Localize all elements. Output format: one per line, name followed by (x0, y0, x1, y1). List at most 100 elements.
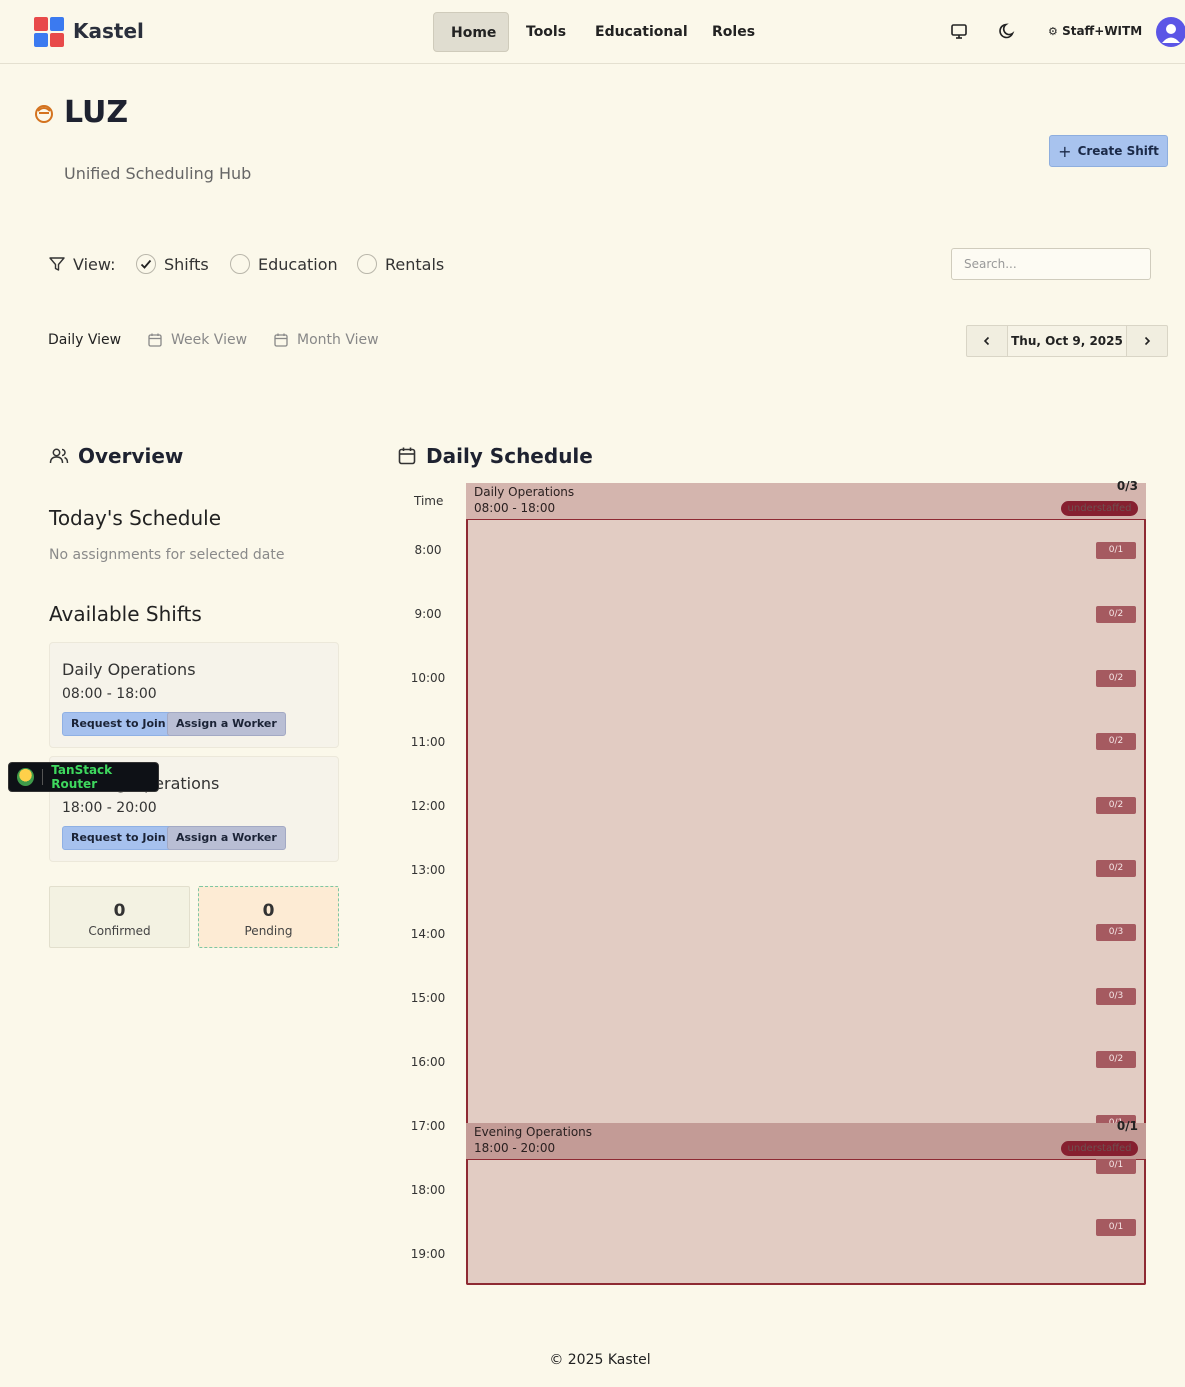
create-shift-button[interactable]: + Create Shift (1049, 135, 1168, 167)
slot-count-badge[interactable]: 0/2 (1096, 606, 1136, 623)
shift-header-name: Daily Operations (474, 485, 575, 499)
hour-label: 16:00 (410, 1055, 446, 1069)
pending-label: Pending (244, 924, 293, 938)
shift-header-count: 0/3 (1116, 479, 1138, 493)
devtools-label: TanStack Router (51, 763, 113, 791)
assign-worker-button[interactable]: Assign a Worker (167, 826, 286, 850)
slot-count-badge[interactable]: 0/1 (1096, 1219, 1136, 1236)
tab-month-view[interactable]: Month View (273, 332, 379, 348)
nav-roles[interactable]: Roles (695, 12, 772, 52)
request-to-join-button[interactable]: Request to Join (62, 826, 175, 850)
filter-icon (48, 255, 66, 273)
slot-count-badge[interactable]: 0/2 (1096, 1051, 1136, 1068)
shift-name: Daily Operations (62, 660, 196, 679)
hour-label: 17:00 (410, 1119, 446, 1133)
hour-label: 10:00 (410, 671, 446, 685)
time-column-header: Time (414, 494, 444, 508)
daily-schedule-title: Daily Schedule (426, 444, 593, 468)
divider (42, 769, 44, 785)
month-view-label: Month View (297, 332, 379, 348)
shifts-checkbox[interactable] (136, 254, 156, 274)
slot-count-badge[interactable]: 0/3 (1096, 988, 1136, 1005)
hour-label: 8:00 (414, 543, 442, 557)
calendar-icon (398, 447, 416, 465)
daily-view-label: Daily View (48, 332, 122, 348)
shift-header[interactable]: Evening Operations 18:00 - 20:00 0/1 und… (466, 1119, 1146, 1159)
daily-schedule-heading: Daily Schedule (397, 444, 593, 468)
previous-day-button[interactable] (967, 326, 1007, 356)
pending-stat: 0 Pending (198, 886, 339, 948)
shift-header-name: Evening Operations (474, 1125, 593, 1139)
rentals-filter-label[interactable]: Rentals (385, 255, 444, 274)
chevron-right-icon (1144, 336, 1151, 346)
create-shift-label: Create Shift (1077, 144, 1159, 158)
status-badge: understaffed (1061, 1141, 1138, 1156)
page-subtitle: Unified Scheduling Hub (64, 164, 252, 183)
hour-label: 11:00 (410, 735, 446, 749)
slot-count-badge[interactable]: 0/1 (1096, 1157, 1136, 1174)
overview-title: Overview (78, 444, 184, 468)
evening-operations-block[interactable] (466, 1158, 1146, 1285)
plus-icon: + (1058, 141, 1072, 161)
display-icon[interactable] (948, 20, 970, 42)
gear-icon: ⚙ (1048, 25, 1058, 38)
role-menu[interactable]: ⚙ Staff+WITM (1048, 24, 1142, 38)
moon-icon[interactable] (997, 20, 1019, 42)
view-filter-label: View: (73, 255, 116, 274)
slot-count-badge[interactable]: 0/3 (1096, 924, 1136, 941)
shift-card: Daily Operations 08:00 - 18:00 Request t… (49, 642, 339, 748)
shift-header-time: 08:00 - 18:00 (474, 501, 556, 515)
hour-label: 19:00 (410, 1247, 446, 1261)
available-shifts-heading: Available Shifts (49, 602, 202, 626)
overview-heading: Overview (49, 444, 183, 468)
chevron-left-icon (983, 336, 990, 346)
calendar-icon (148, 333, 162, 347)
hour-label: 13:00 (410, 863, 446, 877)
footer-copyright: © 2025 Kastel (549, 1352, 651, 1368)
rentals-checkbox[interactable] (357, 254, 377, 274)
shift-time: 18:00 - 20:00 (62, 800, 157, 816)
tanstack-logo-icon (17, 768, 35, 786)
education-filter-label[interactable]: Education (258, 255, 338, 274)
hour-label: 14:00 (410, 927, 446, 941)
hour-label: 15:00 (410, 991, 446, 1005)
top-navbar: Kastel Home Tools Educational Roles ⚙ St… (0, 0, 1185, 64)
tab-week-view[interactable]: Week View (147, 332, 247, 348)
slot-count-badge[interactable]: 0/2 (1096, 733, 1136, 750)
nav-home[interactable]: Home (433, 12, 509, 52)
education-checkbox[interactable] (230, 254, 250, 274)
current-date[interactable]: Thu, Oct 9, 2025 (1007, 326, 1127, 356)
search-input[interactable] (951, 248, 1151, 280)
shifts-filter-label[interactable]: Shifts (164, 255, 209, 274)
date-navigator: Thu, Oct 9, 2025 (966, 325, 1168, 357)
role-label: Staff+WITM (1062, 24, 1143, 38)
kastel-logo-icon[interactable] (34, 17, 64, 47)
nav-educational[interactable]: Educational (578, 12, 705, 52)
hour-label: 18:00 (410, 1183, 446, 1197)
assign-worker-button[interactable]: Assign a Worker (167, 712, 286, 736)
status-badge: understaffed (1061, 501, 1138, 516)
slot-count-badge[interactable]: 0/1 (1096, 542, 1136, 559)
shift-time: 08:00 - 18:00 (62, 686, 157, 702)
hour-label: 12:00 (410, 799, 446, 813)
empty-assignments-text: No assignments for selected date (49, 547, 285, 563)
confirmed-stat: 0 Confirmed (49, 886, 190, 948)
organization-icon (32, 101, 56, 125)
pending-count: 0 (262, 901, 275, 921)
avatar[interactable] (1156, 17, 1185, 47)
week-view-label: Week View (171, 332, 248, 348)
calendar-icon (274, 333, 288, 347)
tab-daily-view[interactable]: Daily View (48, 332, 121, 348)
nav-tools[interactable]: Tools (509, 12, 583, 52)
slot-count-badge[interactable]: 0/2 (1096, 797, 1136, 814)
shift-header-time: 18:00 - 20:00 (474, 1141, 556, 1155)
brand-name[interactable]: Kastel (73, 19, 144, 43)
slot-count-badge[interactable]: 0/2 (1096, 860, 1136, 877)
slot-count-badge[interactable]: 0/2 (1096, 670, 1136, 687)
shift-header[interactable]: Daily Operations 08:00 - 18:00 0/3 under… (466, 479, 1146, 519)
todays-schedule-heading: Today's Schedule (49, 506, 222, 530)
tanstack-router-devtools-button[interactable]: TanStack Router (8, 762, 159, 792)
next-day-button[interactable] (1127, 326, 1167, 356)
confirmed-label: Confirmed (88, 924, 151, 938)
request-to-join-button[interactable]: Request to Join (62, 712, 175, 736)
